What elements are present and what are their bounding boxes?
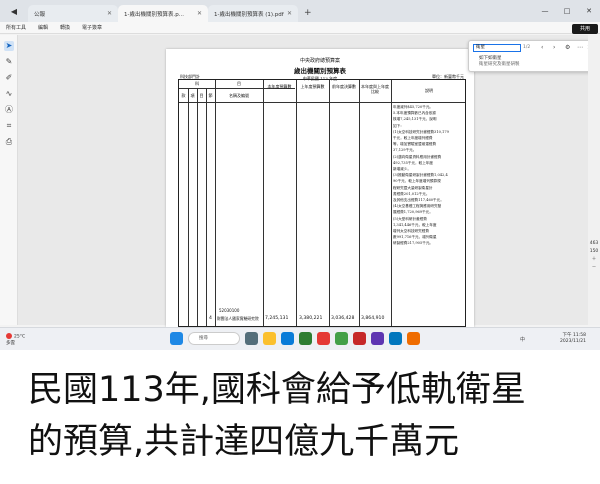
zoom-in-button[interactable]: ＋ — [588, 256, 600, 264]
find-result[interactable]: 如下如衛星 衛星研究及衛星研製 — [479, 56, 520, 68]
minimize-button[interactable]: — — [534, 0, 556, 22]
highlight-icon[interactable]: ✐ — [4, 73, 14, 83]
col-diff: 本年度與上年度比較 — [361, 84, 389, 94]
settings-icon[interactable]: ⚙ — [565, 44, 570, 51]
zoom-controls: 463 150 ＋ － — [588, 240, 600, 272]
row-code: 52030100 — [219, 308, 240, 313]
draw-icon[interactable]: ∿ — [4, 89, 14, 99]
weather-widget[interactable]: 25°C 多雲 — [6, 333, 25, 347]
taskbar-search[interactable]: 搜尋 — [188, 332, 240, 345]
menu-convert[interactable]: 轉換 — [60, 24, 70, 31]
close-icon[interactable]: ✕ — [287, 10, 292, 17]
task-view-icon[interactable] — [245, 332, 258, 345]
col-sub4: 節 — [208, 93, 213, 98]
row-budget-this-year: 7,245,131 — [265, 316, 289, 321]
os-taskbar: 25°C 多雲 搜尋 中 下午 11:58 2023/11/21 — [0, 327, 600, 350]
col-sub2: 項 — [190, 93, 195, 98]
find-input[interactable]: 衛星 — [473, 44, 521, 52]
menu-esign[interactable]: 電子簽章 — [82, 24, 102, 31]
close-icon[interactable]: ✕ — [197, 10, 202, 17]
app-toolbar: 所有工具 編輯 轉換 電子簽章 — [0, 22, 600, 34]
share-button[interactable]: 共用 — [572, 24, 598, 34]
chrome-icon[interactable] — [335, 332, 348, 345]
store-icon[interactable] — [299, 332, 312, 345]
left-tool-rail: ➤ ✎ ✐ ∿ Ⓐ ⌗ ⎙ — [0, 35, 18, 325]
new-tab-button[interactable]: + — [304, 8, 312, 18]
find-count: 1/2 — [523, 45, 531, 50]
caption-line1: 民國113年,國科會給予低軌衛星 — [28, 370, 526, 410]
window-controls: — □ ✕ — [534, 0, 600, 22]
close-window-button[interactable]: ✕ — [578, 0, 600, 22]
page-count: 463 — [589, 241, 599, 246]
row-name: 財團法人國家實驗研究院 — [217, 316, 259, 321]
app-icon[interactable] — [317, 332, 330, 345]
doc-header-line1: 中央政府總預算案 — [299, 58, 340, 64]
start-icon[interactable] — [170, 332, 183, 345]
crop-icon[interactable]: ⌗ — [4, 121, 14, 131]
chevron-left-icon[interactable]: ‹ — [541, 44, 543, 51]
more-icon[interactable]: ⋯ — [577, 44, 583, 51]
taskbar-apps: 搜尋 — [170, 332, 420, 345]
pdf-page: 中央政府總預算案 歲出機關別預算表 中華民國 113 年度 科技部門計 單位：新… — [166, 49, 474, 327]
find-panel: 衛星 1/2 ‹ › ⚙ ⋯ ✕ 如下如衛星 衛星研究及衛星研製 — [468, 40, 596, 72]
col-sub3: 目 — [199, 93, 204, 98]
col-name: 名稱及編號 — [229, 93, 249, 98]
col-item: 目 — [237, 81, 241, 86]
cursor-icon[interactable]: ➤ — [4, 41, 14, 51]
col-budget-last-year: 上年度預算數 — [300, 84, 325, 89]
caption-text: 民國113年,國科會給予低軌衛星 的預算,共計達四億九千萬元 — [28, 364, 588, 468]
maximize-button[interactable]: □ — [556, 0, 578, 22]
comment-icon[interactable]: ✎ — [4, 57, 14, 67]
find-result-sub: 衛星研究及衛星研製 — [479, 62, 520, 67]
arrow-left-icon[interactable]: ◀ — [0, 0, 28, 22]
menu-all-tools[interactable]: 所有工具 — [6, 24, 26, 31]
row-final-prev: 3,036,428 — [331, 316, 355, 321]
notes-text: 年度減列$45,720千元。 5.本年度預算數已內含依據 核增7,245,131… — [393, 104, 465, 247]
browser-tab-active[interactable]: 1-歲出機關別預算表.p... ✕ — [118, 5, 208, 22]
text-icon[interactable]: Ⓐ — [4, 105, 14, 115]
taskbar-clock[interactable]: 下午 11:58 2023/11/21 — [560, 333, 586, 345]
screenshot: ◀ 公報 ✕ 1-歲出機關別預算表.p... ✕ 1-歲出機關別預算表 (1).… — [0, 0, 600, 350]
notes-line: 研製經費217,905千元。 — [393, 241, 434, 246]
zoom-out-button[interactable]: － — [588, 264, 600, 272]
weather-icon — [6, 333, 12, 339]
tab-label: 1-歲出機關別預算表.p... — [124, 11, 184, 18]
edge-icon[interactable] — [281, 332, 294, 345]
tray-language[interactable]: 中 — [520, 336, 525, 343]
col-notes: 說明 — [425, 88, 433, 93]
row-index: 4 — [209, 316, 212, 321]
weather-text: 多雲 — [6, 340, 15, 346]
doc-title: 歲出機關別預算表 — [294, 67, 346, 75]
app-icon[interactable] — [407, 332, 420, 345]
browser-tab[interactable]: 1-歲出機關別預算表 (1).pdf ✕ — [208, 5, 298, 22]
close-icon[interactable]: ✕ — [107, 10, 112, 17]
col-group: 科 — [195, 81, 199, 86]
zoom-level: 150 — [589, 249, 599, 254]
col-budget-this-year: 本年度預算數 — [267, 84, 292, 89]
acrobat-icon[interactable] — [353, 332, 366, 345]
document-viewport[interactable]: 中央政府總預算案 歲出機關別預算表 中華民國 113 年度 科技部門計 單位：新… — [18, 35, 588, 327]
clock-date: 2023/11/21 — [560, 339, 586, 344]
file-explorer-icon[interactable] — [263, 332, 276, 345]
col-sub1: 款 — [181, 93, 186, 98]
tab-label: 1-歲出機關別預算表 (1).pdf — [214, 11, 284, 18]
menu-edit[interactable]: 編輯 — [38, 24, 48, 31]
browser-tab-bar: ◀ 公報 ✕ 1-歲出機關別預算表.p... ✕ 1-歲出機關別預算表 (1).… — [0, 0, 600, 22]
stamp-icon[interactable]: ⎙ — [4, 137, 14, 147]
row-diff: 3,864,910 — [361, 316, 385, 321]
tab-label: 公報 — [34, 11, 46, 18]
caption-line2: 的預算,共計達四億九千萬元 — [28, 422, 460, 462]
app-icon[interactable] — [389, 332, 402, 345]
chevron-right-icon[interactable]: › — [553, 44, 555, 51]
weather-temp: 25°C — [14, 334, 26, 340]
budget-table: 科 款 項 目 節 目 名稱及編號 本年度預算數 上年度預算數 前年度決算數 本… — [178, 79, 466, 327]
row-budget-last-year: 3,380,221 — [299, 316, 323, 321]
vertical-scrollbar[interactable] — [588, 35, 600, 325]
app-icon[interactable] — [371, 332, 384, 345]
col-final-prev: 前年度決算數 — [332, 84, 356, 89]
browser-tab[interactable]: 公報 ✕ — [28, 5, 118, 22]
